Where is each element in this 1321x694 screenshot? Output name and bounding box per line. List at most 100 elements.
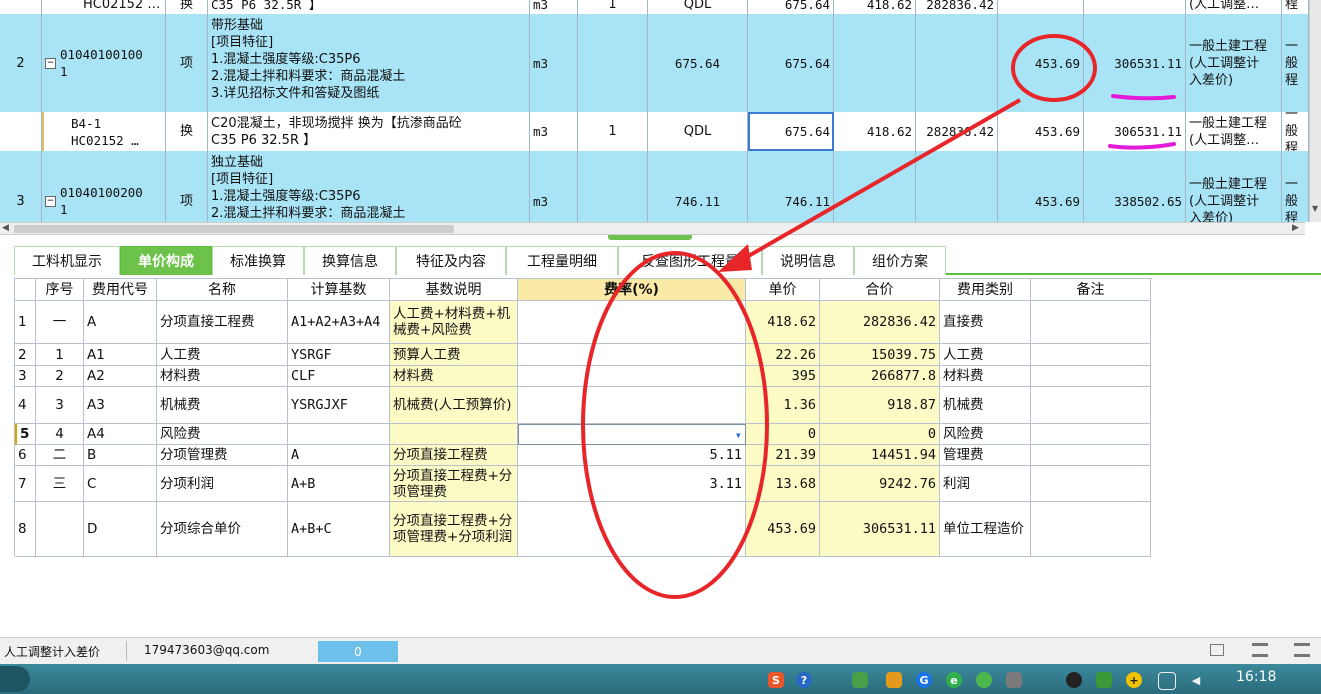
name-cell[interactable]: 机械费: [157, 387, 288, 424]
price-cell[interactable]: 453.69: [746, 502, 820, 557]
layout-icon[interactable]: [1252, 643, 1268, 657]
category-cell[interactable]: 管理费: [940, 445, 1031, 466]
price-cell[interactable]: 21.39: [746, 445, 820, 466]
category-cell[interactable]: 人工费: [940, 344, 1031, 366]
rate-cell[interactable]: [518, 366, 746, 387]
column-header-base[interactable]: 计算基数: [288, 279, 390, 301]
name-cell[interactable]: 分项利润: [157, 466, 288, 502]
code-cell[interactable]: C: [84, 466, 157, 502]
total-cell[interactable]: 14451.94: [820, 445, 940, 466]
base-cell[interactable]: CLF: [288, 366, 390, 387]
tab-labor-material-machine[interactable]: 工料机显示: [14, 246, 120, 275]
start-button[interactable]: [0, 666, 30, 692]
name-cell[interactable]: 分项综合单价: [157, 502, 288, 557]
view-icon[interactable]: [1210, 644, 1224, 656]
column-header-seq[interactable]: 序号: [36, 279, 84, 301]
base-cell[interactable]: [288, 424, 390, 445]
tab-standard-conversion[interactable]: 标准换算: [212, 246, 304, 275]
base-desc-cell[interactable]: [390, 424, 518, 445]
base-cell[interactable]: YSRGJXF: [288, 387, 390, 424]
collapse-icon[interactable]: −: [45, 57, 56, 69]
category-cell[interactable]: 材料费: [940, 366, 1031, 387]
rate-cell[interactable]: 5.11: [518, 445, 746, 466]
name-cell[interactable]: 材料费: [157, 366, 288, 387]
base-desc-cell[interactable]: 分项直接工程费: [390, 445, 518, 466]
menu-icon[interactable]: [1294, 643, 1310, 657]
base-desc-cell[interactable]: 分项直接工程费+分项管理费: [390, 466, 518, 502]
total-cell[interactable]: 9242.76: [820, 466, 940, 502]
security-icon[interactable]: [1096, 672, 1112, 688]
price-cell[interactable]: 1.36: [746, 387, 820, 424]
note-cell[interactable]: [1031, 387, 1151, 424]
code-cell[interactable]: A3: [84, 387, 157, 424]
table-row[interactable]: HC02152 … 换 C35 P6 32.5R 】 m3 1 QDL 675.…: [0, 0, 1309, 15]
volume-icon[interactable]: ◀: [1188, 672, 1204, 688]
price-cell[interactable]: 418.62: [746, 301, 820, 344]
scroll-down-icon[interactable]: ▼: [1312, 204, 1320, 213]
table-row[interactable]: 2 − 01040100100 1 项 带形基础 [项目特征] 1.混凝土强度等…: [0, 14, 1309, 113]
rate-cell[interactable]: [518, 502, 746, 557]
base-desc-cell[interactable]: 机械费(人工预算价): [390, 387, 518, 424]
column-header-rate[interactable]: 费率(%): [518, 279, 746, 301]
seq-cell[interactable]: [36, 502, 84, 557]
tray-tool-icon[interactable]: [1006, 672, 1022, 688]
name-cell[interactable]: 分项管理费: [157, 445, 288, 466]
column-header-code[interactable]: 费用代号: [84, 279, 157, 301]
vertical-scrollbar[interactable]: ▼: [1309, 0, 1321, 222]
tab-pricing-scheme[interactable]: 组价方案: [854, 246, 946, 275]
tab-features-content[interactable]: 特征及内容: [396, 246, 506, 275]
code-cell[interactable]: D: [84, 502, 157, 557]
category-cell[interactable]: 单位工程造价: [940, 502, 1031, 557]
collapse-icon[interactable]: −: [45, 195, 56, 207]
rate-cell[interactable]: [518, 344, 746, 366]
row-v1-selected[interactable]: 675.64: [748, 112, 834, 151]
seq-cell[interactable]: 2: [36, 366, 84, 387]
total-cell[interactable]: 0: [820, 424, 940, 445]
price-cell[interactable]: 0: [746, 424, 820, 445]
note-cell[interactable]: [1031, 502, 1151, 557]
total-cell[interactable]: 918.87: [820, 387, 940, 424]
tab-quantity-details[interactable]: 工程量明细: [506, 246, 618, 275]
code-cell[interactable]: B: [84, 445, 157, 466]
category-cell[interactable]: 机械费: [940, 387, 1031, 424]
note-cell[interactable]: [1031, 445, 1151, 466]
base-desc-cell[interactable]: 分项直接工程费+分项管理费+分项利润: [390, 502, 518, 557]
total-cell[interactable]: 15039.75: [820, 344, 940, 366]
tab-conversion-info[interactable]: 换算信息: [304, 246, 396, 275]
clock[interactable]: 16:18: [1236, 669, 1276, 685]
column-header-cat[interactable]: 费用类别: [940, 279, 1031, 301]
column-header-total[interactable]: 合价: [820, 279, 940, 301]
total-cell[interactable]: 266877.8: [820, 366, 940, 387]
category-cell[interactable]: 直接费: [940, 301, 1031, 344]
code-cell[interactable]: A: [84, 301, 157, 344]
seq-cell[interactable]: 1: [36, 344, 84, 366]
seq-cell[interactable]: 一: [36, 301, 84, 344]
category-cell[interactable]: 利润: [940, 466, 1031, 502]
browser-icon[interactable]: G: [916, 672, 932, 688]
rate-cell[interactable]: ▾: [518, 424, 746, 445]
price-cell[interactable]: 22.26: [746, 344, 820, 366]
qq-icon[interactable]: [1066, 672, 1082, 688]
scroll-thumb[interactable]: [14, 225, 454, 233]
seq-cell[interactable]: 3: [36, 387, 84, 424]
browser-2-icon[interactable]: e: [946, 672, 962, 688]
total-cell[interactable]: 306531.11: [820, 502, 940, 557]
table-row[interactable]: 3 − 01040100200 1 项 独立基础 [项目特征] 1.混凝土强度等…: [0, 151, 1309, 222]
name-cell[interactable]: 风险费: [157, 424, 288, 445]
base-cell[interactable]: A+B: [288, 466, 390, 502]
base-desc-cell[interactable]: 预算人工费: [390, 344, 518, 366]
seq-cell[interactable]: 三: [36, 466, 84, 502]
scroll-right-icon[interactable]: ▶: [1292, 223, 1299, 233]
code-cell[interactable]: A4: [84, 424, 157, 445]
dropdown-arrow-icon[interactable]: ▾: [735, 427, 742, 443]
code-cell[interactable]: A2: [84, 366, 157, 387]
price-cell[interactable]: 395: [746, 366, 820, 387]
network-icon[interactable]: [1158, 672, 1176, 690]
column-header-price[interactable]: 单价: [746, 279, 820, 301]
note-cell[interactable]: [1031, 301, 1151, 344]
tab-description[interactable]: 说明信息: [762, 246, 854, 275]
seq-cell[interactable]: 4: [36, 424, 84, 445]
help-icon[interactable]: ?: [796, 672, 812, 688]
rate-cell[interactable]: 3.11: [518, 466, 746, 502]
name-cell[interactable]: 分项直接工程费: [157, 301, 288, 344]
